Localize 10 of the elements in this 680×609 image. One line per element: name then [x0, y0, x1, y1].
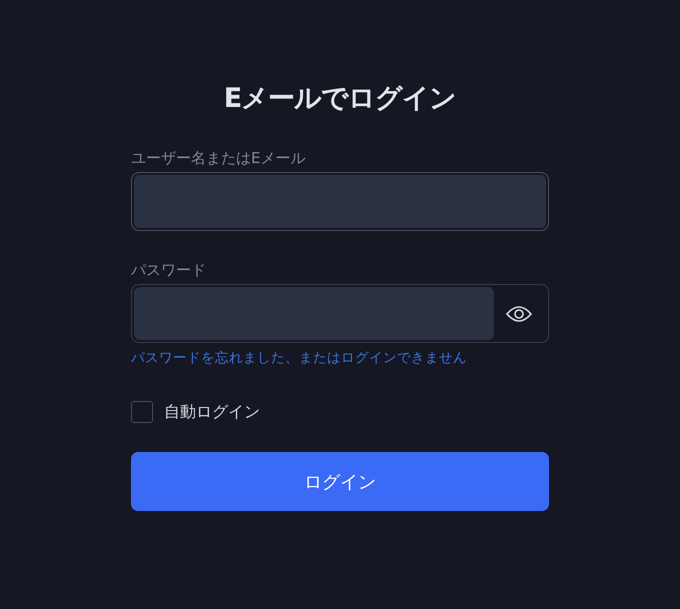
auto-login-checkbox[interactable] [131, 401, 153, 423]
show-password-button[interactable] [506, 306, 532, 322]
login-button[interactable]: ログイン [131, 452, 549, 511]
password-field[interactable] [131, 284, 549, 343]
username-field[interactable] [131, 172, 549, 231]
auto-login-label: 自動ログイン [164, 402, 260, 422]
field-label: パスワード [131, 261, 207, 279]
forgot-password-link[interactable]: パスワードを忘れました、またはログインできません [131, 349, 467, 367]
form-title: Eメールでログイン [222, 82, 458, 116]
field-label: ユーザー名またはEメール [131, 149, 306, 167]
